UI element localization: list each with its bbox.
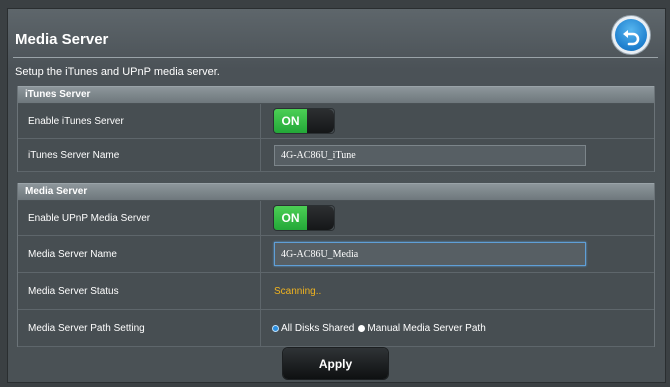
title-divider: [13, 57, 658, 58]
media-status-label: Media Server Status: [18, 273, 261, 309]
media-status-row: Media Server Status Scanning..: [18, 273, 654, 310]
itunes-name-label: iTunes Server Name: [18, 139, 261, 171]
toggle-knob: [307, 109, 334, 133]
media-name-input[interactable]: 4G-AC86U_Media: [274, 242, 586, 266]
back-button[interactable]: [612, 16, 650, 54]
path-radio-group: All Disks Shared Manual Media Server Pat…: [272, 323, 486, 334]
enable-upnp-label: Enable UPnP Media Server: [18, 201, 261, 235]
toggle-knob: [307, 206, 334, 230]
radio-unchecked-icon: [358, 324, 366, 332]
apply-button[interactable]: Apply: [283, 348, 388, 379]
itunes-name-input[interactable]: 4G-AC86U_iTune: [274, 144, 586, 166]
enable-itunes-label: Enable iTunes Server: [18, 104, 261, 138]
itunes-name-row: iTunes Server Name 4G-AC86U_iTune: [18, 139, 654, 172]
media-section-header: Media Server: [18, 183, 654, 201]
media-name-row: Media Server Name 4G-AC86U_Media: [18, 236, 654, 273]
radio-manual-path[interactable]: Manual Media Server Path: [358, 322, 486, 334]
media-server-section: Media Server Enable UPnP Media Server ON…: [17, 183, 655, 347]
itunes-server-section: iTunes Server Enable iTunes Server ON iT…: [17, 86, 655, 172]
radio-all-disks[interactable]: All Disks Shared: [272, 323, 354, 334]
enable-upnp-toggle[interactable]: ON: [274, 206, 334, 230]
media-path-row: Media Server Path Setting All Disks Shar…: [18, 310, 654, 347]
radio-all-disks-label: All Disks Shared: [281, 322, 355, 334]
enable-itunes-toggle[interactable]: ON: [274, 109, 334, 133]
radio-checked-icon: [272, 324, 279, 332]
toggle-on-label: ON: [274, 206, 307, 230]
back-arrow-icon: [615, 19, 647, 51]
status-value: Scanning..: [274, 285, 322, 297]
radio-manual-path-label: Manual Media Server Path: [367, 322, 486, 334]
enable-itunes-row: Enable iTunes Server ON: [18, 104, 654, 139]
toggle-on-label: ON: [274, 109, 307, 133]
itunes-section-header: iTunes Server: [18, 86, 654, 104]
media-path-label: Media Server Path Setting: [18, 310, 261, 346]
page-description: Setup the iTunes and UPnP media server.: [15, 66, 220, 78]
media-name-label: Media Server Name: [18, 236, 261, 272]
enable-upnp-row: Enable UPnP Media Server ON: [18, 201, 654, 236]
page-title: Media Server: [15, 31, 109, 48]
